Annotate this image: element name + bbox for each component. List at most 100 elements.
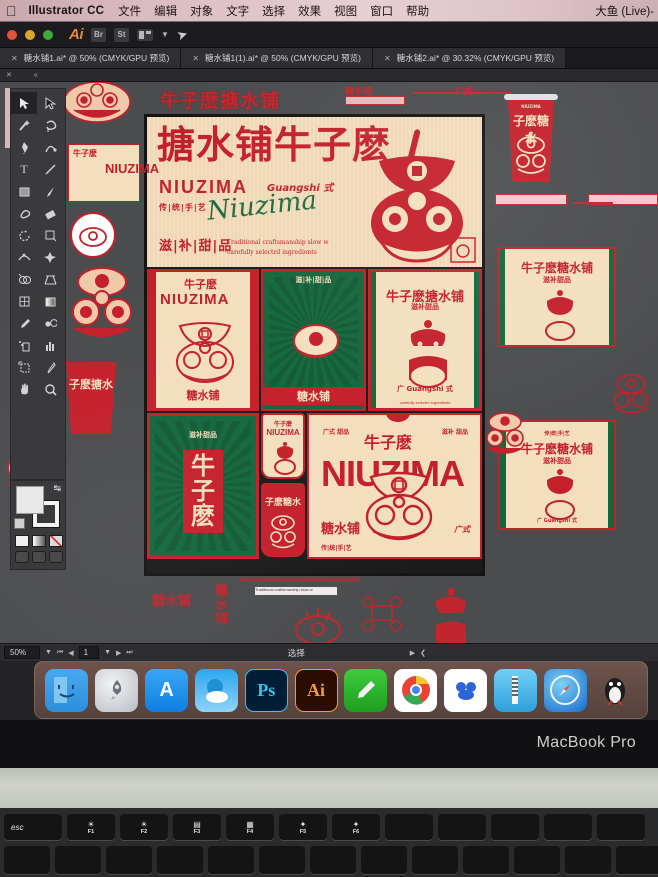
menubar-app-name[interactable]: Illustrator CC: [29, 5, 105, 17]
key-6[interactable]: [310, 846, 356, 874]
menu-select[interactable]: 选择: [262, 3, 285, 19]
fill-color-swatch[interactable]: [16, 486, 44, 514]
menu-effect[interactable]: 效果: [298, 3, 321, 19]
loose-label-tangshuipu-1[interactable]: 糖水铺: [152, 590, 191, 609]
key-f3-mission-control[interactable]: ▤ F3: [173, 814, 221, 840]
loose-label-strip-a[interactable]: [345, 96, 405, 105]
width-tool[interactable]: [11, 246, 37, 268]
menu-window[interactable]: 窗口: [370, 3, 393, 19]
close-icon[interactable]: ✕: [11, 54, 18, 63]
card-niuzima-right-top[interactable]: 牛子麽糖水铺 滋补甜品: [498, 247, 616, 347]
lasso-tool[interactable]: [37, 114, 63, 136]
chevron-down-icon[interactable]: ▼: [161, 30, 169, 39]
key-f6-backlight-up[interactable]: ✦ F6: [332, 814, 380, 840]
key-f2-brightness-up[interactable]: ☀ F2: [120, 814, 168, 840]
left-card-art[interactable]: 牛子麽 NIUZIMA: [68, 144, 159, 202]
first-page-icon[interactable]: ⏮: [57, 649, 63, 657]
rotate-tool[interactable]: [11, 224, 37, 246]
zoom-tool[interactable]: [37, 378, 63, 400]
rectangle-tool[interactable]: [11, 180, 37, 202]
page-number-field[interactable]: 1: [78, 646, 100, 659]
shaper-tool[interactable]: [11, 202, 37, 224]
poster-mascot-girl[interactable]: 牛子麽搪水铺 滋补甜品 广 Guangshi 式 carefully selec…: [368, 269, 482, 411]
shape-builder-tool[interactable]: [11, 268, 37, 290]
dock-item-launchpad[interactable]: [95, 668, 139, 712]
dock-item-archive-utility[interactable]: [493, 668, 537, 712]
key-0[interactable]: [514, 846, 560, 874]
magic-wand-tool[interactable]: [11, 114, 37, 136]
key-minus[interactable]: [565, 846, 611, 874]
key-1[interactable]: [55, 846, 101, 874]
free-transform-tool[interactable]: [37, 246, 63, 268]
dock-item-app-store[interactable]: A: [145, 668, 189, 712]
menu-file[interactable]: 文件: [118, 3, 141, 19]
menu-view[interactable]: 视图: [334, 3, 357, 19]
dock-item-icloud[interactable]: [194, 668, 238, 712]
lion-head-art-topleft[interactable]: [60, 82, 134, 124]
lion-large-left-art[interactable]: [62, 264, 142, 348]
dock-item-finder[interactable]: [45, 668, 89, 712]
paper-plane-icon[interactable]: ➤: [175, 25, 190, 44]
scale-tool[interactable]: [37, 224, 63, 246]
dock-item-photoshop[interactable]: Ps: [244, 668, 288, 712]
lion-head-art-midright[interactable]: [480, 412, 530, 458]
dock-item-baidu-netdisk[interactable]: [444, 668, 488, 712]
chevron-left-icon[interactable]: ❮: [420, 649, 426, 657]
menu-help[interactable]: 帮助: [406, 3, 429, 19]
perspective-grid-tool[interactable]: [37, 268, 63, 290]
window-close-button[interactable]: [7, 29, 17, 40]
gradient-tool[interactable]: [37, 290, 63, 312]
poster-niuzima-green[interactable]: 滋补甜品 牛子麽: [147, 413, 259, 559]
eraser-tool[interactable]: [37, 202, 63, 224]
poster-niuzima-wide[interactable]: 牛子麽 广式 甜品 滋补 甜品 NIUZIMA: [307, 413, 482, 559]
window-zoom-button[interactable]: [43, 29, 53, 40]
key-f10[interactable]: [544, 814, 592, 840]
menu-edit[interactable]: 编辑: [154, 3, 177, 19]
type-tool[interactable]: T: [11, 158, 37, 180]
gradient-swatch-button[interactable]: [32, 535, 46, 547]
close-icon[interactable]: ✕: [6, 71, 12, 79]
next-page-icon[interactable]: ▶: [116, 649, 121, 657]
pen-tool[interactable]: [11, 136, 37, 158]
key-f4-launchpad[interactable]: ▦ F4: [226, 814, 274, 840]
dock-item-chrome[interactable]: [394, 668, 438, 712]
arrange-documents-icon[interactable]: [137, 28, 153, 41]
draw-normal-button[interactable]: [15, 551, 29, 563]
loose-label-style-a[interactable]: 广式: [455, 84, 473, 97]
slice-tool[interactable]: [37, 356, 63, 378]
mesh-tool[interactable]: [11, 290, 37, 312]
direct-selection-tool[interactable]: [37, 92, 63, 114]
cup-left-red[interactable]: 子麽搪水: [66, 362, 116, 434]
last-page-icon[interactable]: ⏭: [126, 649, 132, 657]
stock-button[interactable]: St: [114, 27, 129, 42]
eyedropper-tool[interactable]: [11, 312, 37, 334]
cup-red-small[interactable]: 子麽糖水: [261, 483, 305, 557]
tab-tangshuipu1[interactable]: ✕ 糖水铺1.ai* @ 50% (CMYK/GPU 预览): [0, 48, 182, 68]
sticker-bowl-badge[interactable]: [70, 212, 116, 258]
draw-inside-button[interactable]: [49, 551, 63, 563]
artwork-banner-main[interactable]: 搪水铺牛子麽 NIUZIMA Guangshi 式 传|统|手|艺 Niuzim…: [147, 117, 482, 267]
tab-tangshuipu1-copy[interactable]: ✕ 糖水铺1(1).ai* @ 50% (CMYK/GPU 预览): [181, 48, 374, 68]
key-7[interactable]: [361, 846, 407, 874]
lion-outline-art-right[interactable]: [608, 370, 654, 416]
cup-lid-art[interactable]: [504, 94, 558, 100]
key-5[interactable]: [259, 846, 305, 874]
play-icon[interactable]: ▶: [410, 649, 415, 657]
blend-tool[interactable]: [37, 312, 63, 334]
column-graph-tool[interactable]: [37, 334, 63, 356]
symbol-sprayer-tool[interactable]: [11, 334, 37, 356]
dock-item-notes[interactable]: [344, 668, 388, 712]
key-tilde[interactable]: [4, 846, 50, 874]
dock-item-safari[interactable]: [543, 668, 587, 712]
artboard-tool[interactable]: [11, 356, 37, 378]
key-f1-brightness-down[interactable]: ☀ F1: [67, 814, 115, 840]
key-equals[interactable]: [616, 846, 658, 874]
key-f5-backlight-down[interactable]: ✦ F5: [279, 814, 327, 840]
fill-stroke-swatches[interactable]: ↹: [10, 480, 66, 570]
loose-lion-outline[interactable]: [360, 594, 404, 634]
key-f7[interactable]: [385, 814, 433, 840]
loose-bowl-logo[interactable]: [292, 602, 344, 643]
curvature-tool[interactable]: [37, 136, 63, 158]
artboard[interactable]: 搪水铺牛子麽 NIUZIMA Guangshi 式 传|统|手|艺 Niuzim…: [144, 114, 485, 576]
draw-behind-button[interactable]: [32, 551, 46, 563]
